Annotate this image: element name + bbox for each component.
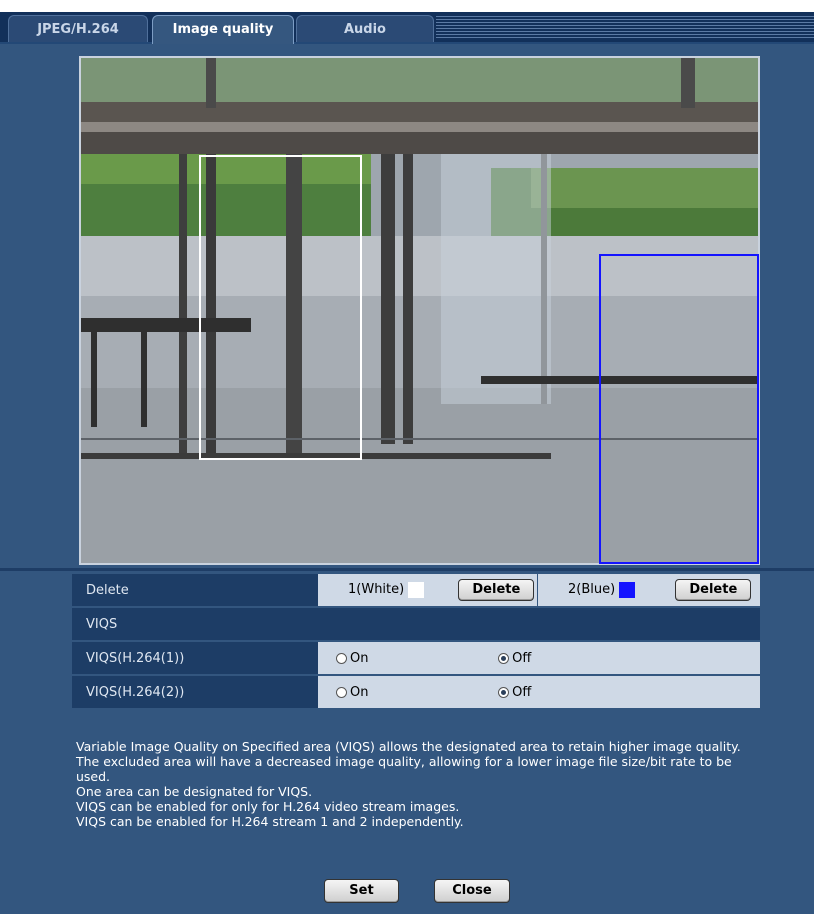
description-line: VIQS can be enabled for H.264 stream 1 a… xyxy=(76,814,464,829)
tab-bar-stripes xyxy=(436,16,814,40)
tab-image-quality[interactable]: Image quality xyxy=(152,15,294,46)
viqs-2-on-option[interactable]: On xyxy=(336,685,494,700)
viqs-header: VIQS xyxy=(72,608,760,642)
area-blue-cell: 2(Blue) Delete xyxy=(538,574,760,608)
area-white-swatch xyxy=(408,581,425,598)
viqs-area-white[interactable] xyxy=(199,155,362,460)
viqs-settings-table: Delete 1(White) Delete 2(Blue) Delete VI… xyxy=(72,574,760,710)
viqs-row-2-label: VIQS(H.264(2)) xyxy=(72,676,318,710)
area-blue-swatch xyxy=(619,581,636,598)
viqs-2-on-label: On xyxy=(350,684,369,700)
viqs-2-off-label: Off xyxy=(512,684,532,700)
area-white-cell: 1(White) Delete xyxy=(318,574,538,608)
area-blue-name: 2(Blue) xyxy=(568,582,616,597)
area-white-name: 1(White) xyxy=(348,582,405,597)
viqs-2-off-radio[interactable] xyxy=(498,686,510,698)
tab-audio[interactable]: Audio xyxy=(296,15,434,42)
delete-white-button[interactable]: Delete xyxy=(458,579,535,601)
viqs-1-on-option[interactable]: On xyxy=(336,651,494,666)
viqs-1-off-label: Off xyxy=(512,650,532,666)
viqs-1-off-radio[interactable] xyxy=(498,652,510,664)
description-line: VIQS can be enabled for only for H.264 v… xyxy=(76,799,460,814)
description-line: Variable Image Quality on Specified area… xyxy=(76,739,741,754)
viqs-area-blue[interactable] xyxy=(599,254,759,564)
viqs-row-1-label: VIQS(H.264(1)) xyxy=(72,642,318,676)
delete-row-label: Delete xyxy=(72,574,318,608)
viqs-row-2-options: On Off xyxy=(318,676,760,710)
delete-blue-button[interactable]: Delete xyxy=(675,579,752,601)
description-line: One area can be designated for VIQS. xyxy=(76,784,313,799)
viqs-2-off-option[interactable]: Off xyxy=(498,685,531,700)
viqs-2-on-radio[interactable] xyxy=(336,686,347,698)
viqs-row-1: VIQS(H.264(1)) On Off xyxy=(72,642,760,676)
viqs-1-off-option[interactable]: Off xyxy=(498,651,531,666)
divider xyxy=(0,568,814,571)
tab-jpeg-h264[interactable]: JPEG/H.264 xyxy=(8,15,148,42)
viqs-1-on-radio[interactable] xyxy=(336,652,347,664)
viqs-row-2: VIQS(H.264(2)) On Off xyxy=(72,676,760,710)
description-line: The excluded area will have a decreased … xyxy=(76,754,732,784)
set-button[interactable]: Set xyxy=(324,879,399,903)
viqs-row-1-options: On Off xyxy=(318,642,760,676)
close-button[interactable]: Close xyxy=(434,879,510,903)
delete-row: Delete 1(White) Delete 2(Blue) Delete xyxy=(72,574,760,608)
viqs-1-on-label: On xyxy=(350,650,369,666)
tab-bar: JPEG/H.264 Image quality Audio xyxy=(0,12,814,46)
viqs-header-row: VIQS xyxy=(72,608,760,642)
viqs-description: Variable Image Quality on Specified area… xyxy=(76,739,756,829)
